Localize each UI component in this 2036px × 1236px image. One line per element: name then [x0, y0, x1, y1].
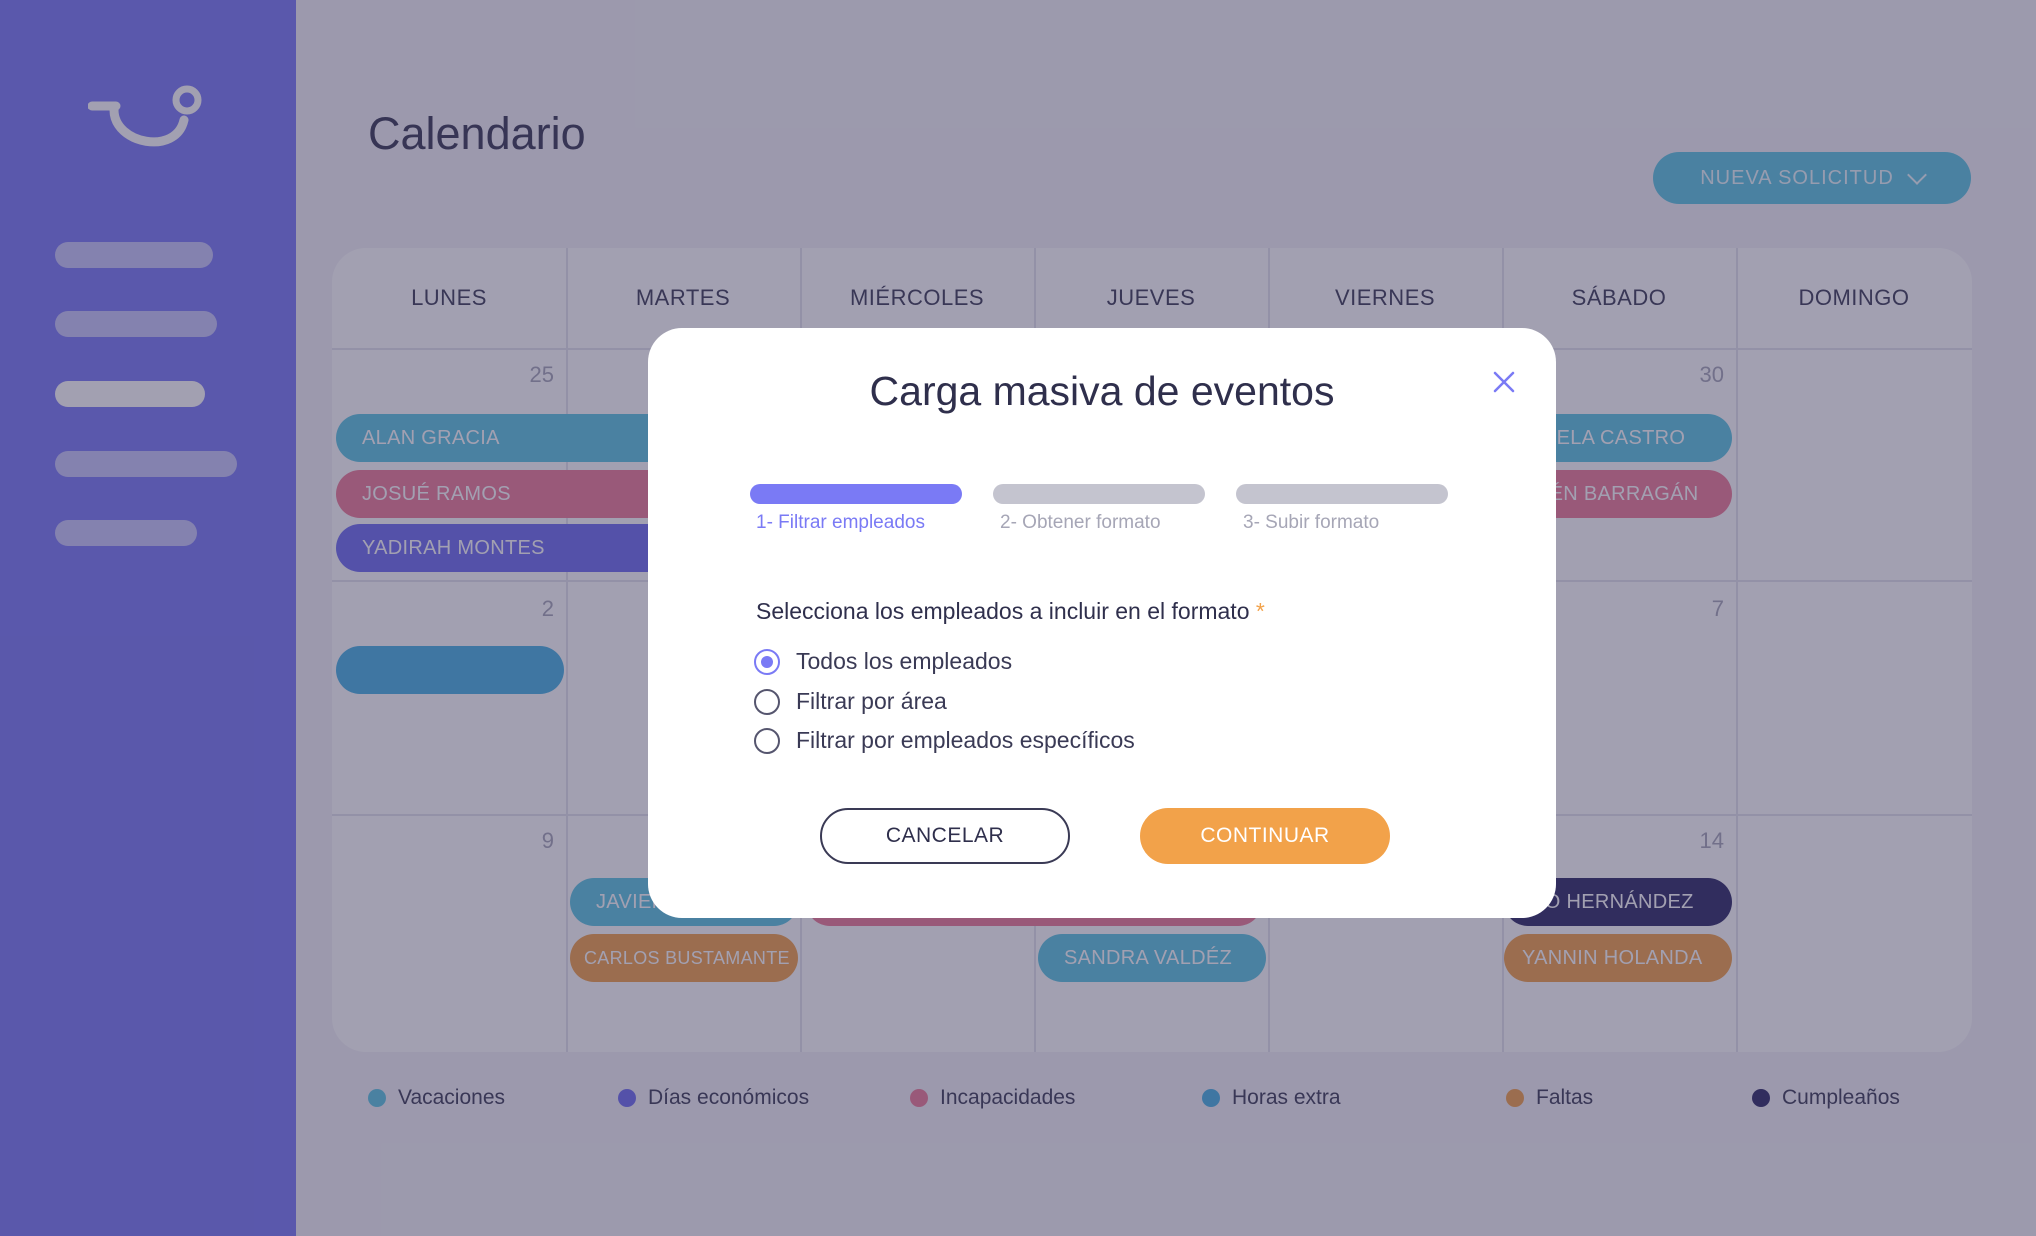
option-filter-by-specific-employees[interactable]: Filtrar por empleados específicos [754, 727, 1135, 754]
option-label: Todos los empleados [796, 648, 1013, 674]
close-button[interactable] [1488, 366, 1520, 398]
modal-title: Carga masiva de eventos [869, 368, 1335, 414]
step-3-progress [1236, 484, 1448, 504]
option-all-employees[interactable]: Todos los empleados [754, 648, 1012, 675]
step-2-label: 2- Obtener formato [1000, 512, 1161, 533]
close-icon [1493, 371, 1515, 393]
required-mark: * [1255, 598, 1265, 624]
radio-button[interactable] [754, 727, 780, 754]
option-label: Filtrar por área [796, 688, 947, 714]
step-3-label: 3- Subir formato [1243, 512, 1380, 533]
question-text: Selecciona los empleados a incluir en el… [756, 598, 1250, 624]
radio-button[interactable] [754, 688, 780, 715]
step-1-label: 1- Filtrar empleados [756, 512, 925, 533]
radio-button-checked[interactable] [754, 648, 780, 675]
step-1-progress [750, 484, 962, 504]
option-label: Filtrar por empleados específicos [796, 727, 1135, 753]
bulk-events-modal: Carga masiva de eventos 1- Filtrar emple… [648, 328, 1556, 918]
cancel-button[interactable]: CANCELAR [820, 808, 1070, 864]
continue-button[interactable]: CONTINUAR [1140, 808, 1390, 864]
option-filter-by-area[interactable]: Filtrar por área [754, 688, 947, 715]
employee-selection-question: Selecciona los empleados a incluir en el… [756, 598, 1265, 625]
step-2-progress [993, 484, 1205, 504]
